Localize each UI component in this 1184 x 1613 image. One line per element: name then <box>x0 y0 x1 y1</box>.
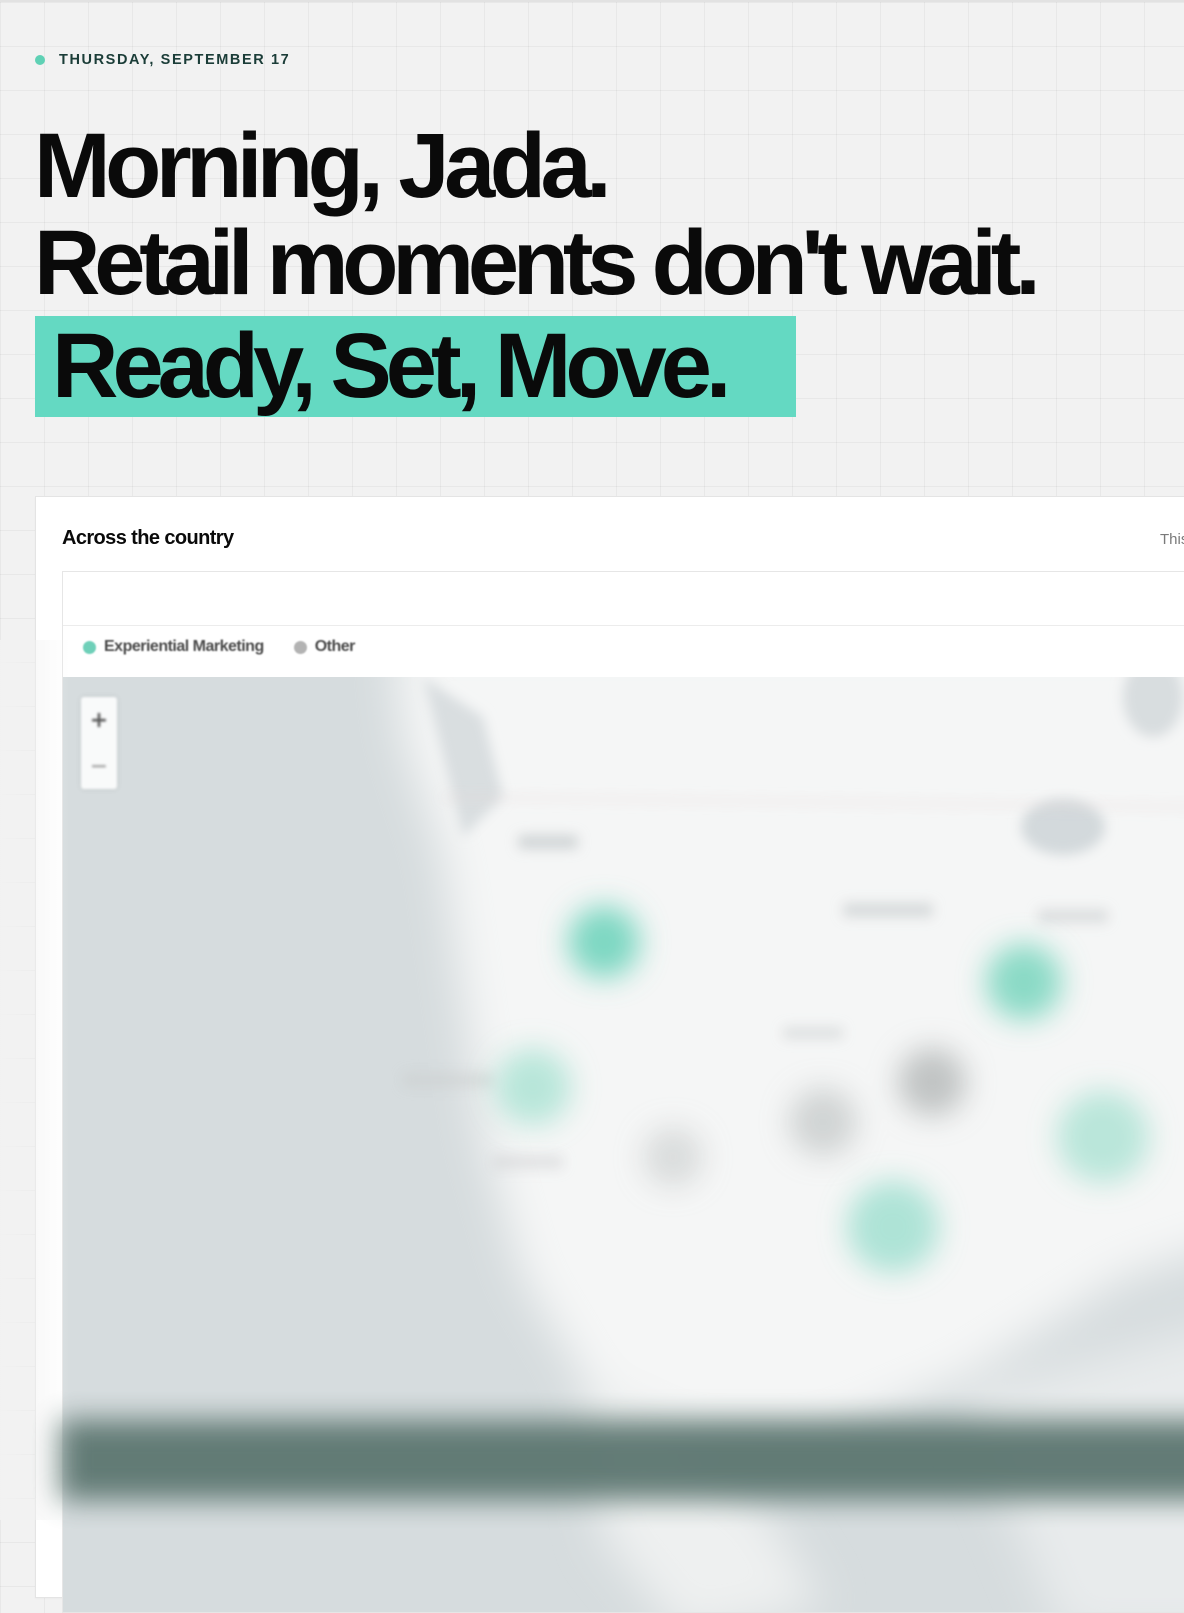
zoom-in-button[interactable]: + <box>81 697 117 743</box>
legend-label: Other <box>314 638 356 655</box>
zoom-controls: + − <box>81 697 117 789</box>
panel-title: Across the country <box>62 527 234 549</box>
legend-dot-icon <box>293 640 307 654</box>
date-label: THURSDAY, SEPTEMBER 17 <box>59 52 291 68</box>
time-range-selector[interactable]: This <box>1160 531 1184 548</box>
highlight-heading: Ready, Set, Move. <box>52 315 731 417</box>
map-filter-bar[interactable] <box>63 572 1184 626</box>
highlight-banner: Ready, Set, Move. <box>35 316 796 417</box>
date-row: THURSDAY, SEPTEMBER 17 <box>35 50 290 70</box>
status-dot-icon <box>35 55 45 65</box>
headline: Morning, Jada. Retail moments don't wait… <box>34 118 1174 312</box>
bottom-blurred-band <box>60 1420 1184 1500</box>
map-legend: Experiential Marketing Other <box>83 638 385 656</box>
legend-item-experiential-marketing[interactable]: Experiential Marketing <box>83 638 264 656</box>
page-top-rule <box>0 0 1184 2</box>
legend-item-other[interactable]: Other <box>293 638 356 656</box>
greeting-heading: Morning, Jada. <box>34 115 612 217</box>
legend-dot-icon <box>83 640 96 654</box>
zoom-out-button[interactable]: − <box>81 743 117 789</box>
legend-label: Experiential Marketing <box>104 638 264 655</box>
tagline-heading: Retail moments don't wait. <box>34 212 1041 314</box>
